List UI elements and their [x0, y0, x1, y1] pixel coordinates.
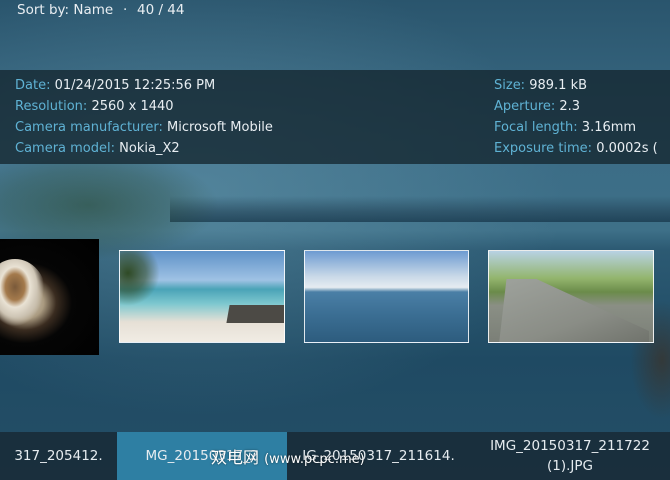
info-row-resolution: Resolution: 2560 x 1440 — [15, 99, 174, 114]
info-label: Camera model: — [15, 141, 116, 156]
watermark: 双电网 (www.pcpc.me) — [211, 444, 365, 468]
info-label: Camera manufacturer: — [15, 120, 163, 135]
info-value: 2.3 — [559, 99, 581, 114]
info-row-camera-model: Camera model: Nokia_X2 — [15, 141, 180, 156]
info-label: Date: — [15, 78, 51, 93]
info-value: 2560 x 1440 — [91, 99, 174, 114]
coffee-cup-thumbnail[interactable] — [0, 239, 99, 355]
info-label: Focal length: — [494, 120, 578, 135]
road-shape — [499, 279, 649, 342]
coffee-cup-shape — [0, 259, 46, 329]
info-value: 01/24/2015 12:25:56 PM — [54, 78, 216, 93]
info-label: Aperture: — [494, 99, 556, 114]
info-value: 989.1 kB — [529, 78, 588, 93]
info-label: Size: — [494, 78, 526, 93]
info-value: Nokia_X2 — [119, 141, 180, 156]
info-panel: Date: 01/24/2015 12:25:56 PM Resolution:… — [0, 70, 670, 164]
watermark-text: 双电网 — [211, 448, 260, 467]
pier-shape — [226, 305, 284, 323]
info-row-date: Date: 01/24/2015 12:25:56 PM — [15, 78, 215, 93]
item-position: 40 / 44 — [137, 2, 185, 18]
info-row-camera-manufacturer: Camera manufacturer: Microsoft Mobile — [15, 120, 273, 135]
info-row-size: Size: 989.1 kB — [494, 78, 587, 93]
sea-horizon-thumbnail[interactable] — [304, 250, 469, 343]
separator: · — [123, 2, 128, 18]
watermark-url: (www.pcpc.me) — [264, 452, 365, 467]
top-bar: Sort by: Name · 40 / 44 — [0, 0, 670, 22]
info-row-focal-length: Focal length: 3.16mm — [494, 120, 636, 135]
tree-road-thumbnail[interactable] — [488, 250, 654, 343]
background-skyline — [170, 196, 670, 222]
caption-text-line2: (1).JPG — [547, 458, 593, 474]
info-value: 0.0002s ( — [596, 141, 658, 156]
info-value: 3.16mm — [581, 120, 637, 135]
caption-text: 317_205412. — [14, 448, 103, 464]
info-row-exposure-time: Exposure time: 0.0002s ( — [494, 141, 670, 156]
sort-label[interactable]: Sort by: Name — [17, 2, 113, 18]
caption-item[interactable]: IMG_20150317_211722 (1).JPG — [470, 432, 670, 480]
info-row-aperture: Aperture: 2.3 — [494, 99, 580, 114]
caption-item[interactable]: 317_205412. — [0, 432, 117, 480]
caption-text-line1: IMG_20150317_211722 — [490, 438, 650, 454]
info-label: Resolution: — [15, 99, 88, 114]
beach-thumbnail[interactable] — [119, 250, 285, 343]
info-label: Exposure time: — [494, 141, 593, 156]
info-value: Microsoft Mobile — [166, 120, 273, 135]
palm-shape — [120, 251, 160, 306]
